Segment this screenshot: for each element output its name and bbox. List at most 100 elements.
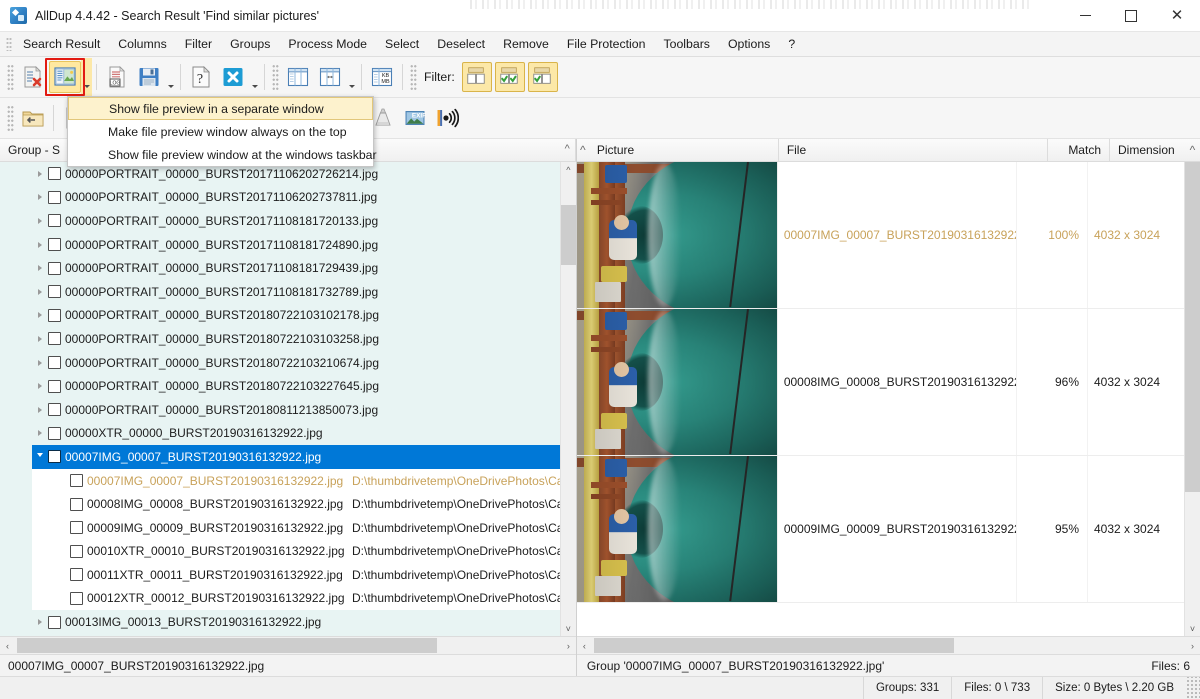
row-checkbox[interactable]: [70, 498, 83, 511]
menu-select[interactable]: Select: [376, 34, 428, 54]
preview-row[interactable]: 00008IMG_00008_BURST20190316132922.jpg96…: [577, 309, 1184, 456]
tree-child-row[interactable]: 00009IMG_00009_BURST20190316132922.jpgD:…: [32, 516, 560, 540]
menu-toolbars[interactable]: Toolbars: [654, 34, 718, 54]
row-checkbox[interactable]: [48, 356, 61, 369]
file-preview-dropdown-menu[interactable]: Show file preview in a separate windowMa…: [67, 96, 374, 167]
size-units-button[interactable]: KB MB: [366, 61, 398, 93]
preview-header-match[interactable]: Match: [1048, 139, 1110, 161]
preview-scroll-down-icon[interactable]: ˅: [1185, 621, 1200, 636]
file-preview-button[interactable]: [49, 61, 81, 93]
close-button[interactable]: ✕: [1154, 0, 1200, 31]
row-checkbox[interactable]: [48, 403, 61, 416]
preview-row[interactable]: 00009IMG_00009_BURST20190316132922.jpg95…: [577, 456, 1184, 603]
chevron-up-icon[interactable]: ^: [565, 143, 570, 155]
save-dropdown-arrow[interactable]: [165, 58, 176, 97]
close-result-dropdown-arrow[interactable]: [249, 58, 260, 97]
preview-sort-chevron-icon[interactable]: ^: [577, 139, 589, 161]
tree-group-row[interactable]: 00000PORTRAIT_00000_BURST201711081817294…: [32, 256, 560, 280]
tree-scroll-track[interactable]: [561, 177, 576, 621]
tree-group-row[interactable]: 00000PORTRAIT_00000_BURST201807221031032…: [32, 327, 560, 351]
tree-scroll-thumb[interactable]: [561, 205, 576, 265]
expand-arrow-icon[interactable]: [32, 312, 48, 318]
expand-arrow-icon[interactable]: [32, 430, 48, 436]
filter-all-button[interactable]: [495, 62, 525, 92]
row-checkbox[interactable]: [48, 167, 61, 180]
expand-arrow-icon[interactable]: [32, 383, 48, 389]
row-checkbox[interactable]: [48, 380, 61, 393]
minimize-button[interactable]: [1062, 0, 1108, 31]
tree-group-row[interactable]: 00013IMG_00013_BURST20190316132922.jpg: [32, 610, 560, 634]
scroll-right-icon[interactable]: ›: [561, 641, 576, 651]
tree-group-row[interactable]: 00000PORTRAIT_00000_BURST201711081817248…: [32, 233, 560, 257]
row-checkbox[interactable]: [70, 592, 83, 605]
dropdown-item-0[interactable]: Show file preview in a separate window: [68, 97, 373, 120]
expand-arrow-icon[interactable]: [32, 407, 48, 413]
expand-arrow-icon[interactable]: [32, 619, 48, 625]
expand-arrow-icon[interactable]: [32, 242, 48, 248]
toolbar-grip-3[interactable]: [410, 64, 417, 90]
expand-arrow-icon[interactable]: [32, 453, 48, 460]
expand-arrow-icon[interactable]: [32, 336, 48, 342]
tree-group-row[interactable]: 00000PORTRAIT_00000_BURST201711062027378…: [32, 186, 560, 210]
expand-arrow-icon[interactable]: [32, 218, 48, 224]
expand-arrow-icon[interactable]: [32, 360, 48, 366]
row-checkbox[interactable]: [48, 238, 61, 251]
preview-header-dimension[interactable]: Dimension: [1110, 139, 1185, 161]
columns-dropdown-arrow[interactable]: [346, 58, 357, 97]
tree-group-row[interactable]: 00000PORTRAIT_00000_BURST201711081817327…: [32, 280, 560, 304]
menu-process-mode[interactable]: Process Mode: [279, 34, 376, 54]
row-checkbox[interactable]: [48, 450, 61, 463]
expand-arrow-icon[interactable]: [32, 289, 48, 295]
file-preview-dropdown-arrow[interactable]: [81, 58, 92, 97]
row-checkbox[interactable]: [48, 191, 61, 204]
tree-horizontal-scrollbar[interactable]: ‹ ›: [0, 636, 576, 654]
row-checkbox[interactable]: [48, 262, 61, 275]
tree-vertical-scrollbar[interactable]: ^ ˅: [560, 162, 576, 636]
menu-search-result[interactable]: Search Result: [14, 34, 109, 54]
row-checkbox[interactable]: [48, 427, 61, 440]
preview-vertical-scrollbar[interactable]: ˅: [1184, 162, 1200, 636]
columns-button[interactable]: [282, 61, 314, 93]
preview-scroll-thumb[interactable]: [1185, 162, 1200, 492]
toolbar2-grip[interactable]: [7, 105, 14, 131]
maximize-button[interactable]: [1108, 0, 1154, 31]
delete-list-button[interactable]: [17, 61, 49, 93]
preview-rows[interactable]: 00007IMG_00007_BURST20190316132922.jpg10…: [577, 162, 1184, 636]
expand-arrow-icon[interactable]: [32, 265, 48, 271]
tree-group-row[interactable]: 00000PORTRAIT_00000_BURST201807221032276…: [32, 374, 560, 398]
menu-options[interactable]: Options: [719, 34, 779, 54]
preview-hscroll-track[interactable]: [592, 637, 1185, 654]
preview-scroll-right-icon[interactable]: ›: [1185, 641, 1200, 651]
tree-group-row[interactable]: 00000PORTRAIT_00000_BURST201808112138500…: [32, 398, 560, 422]
menu-remove[interactable]: Remove: [494, 34, 558, 54]
preview-hscroll-thumb[interactable]: [594, 638, 954, 653]
row-checkbox[interactable]: [48, 285, 61, 298]
toolbar-grip[interactable]: [7, 64, 14, 90]
row-checkbox[interactable]: [48, 214, 61, 227]
scroll-left-icon[interactable]: ‹: [0, 641, 15, 651]
row-checkbox[interactable]: [48, 332, 61, 345]
preview-scroll-up-icon[interactable]: ^: [1185, 139, 1200, 161]
menu-columns[interactable]: Columns: [109, 34, 176, 54]
row-checkbox[interactable]: [70, 545, 83, 558]
picture-thumbnail[interactable]: [577, 309, 777, 455]
audio-player-button[interactable]: [431, 102, 463, 134]
tree-child-row[interactable]: 00012XTR_00012_BURST20190316132922.jpgD:…: [32, 587, 560, 611]
dropdown-item-2[interactable]: Show file preview window at the windows …: [68, 143, 373, 166]
expand-arrow-icon[interactable]: [32, 194, 48, 200]
results-tree[interactable]: 00000PORTRAIT_00000_BURST201711062027262…: [32, 162, 560, 636]
tree-hscroll-thumb[interactable]: [17, 638, 437, 653]
menu-help[interactable]: ?: [779, 34, 804, 54]
menu-groups[interactable]: Groups: [221, 34, 279, 54]
filter-partial-button[interactable]: [528, 62, 558, 92]
menu-deselect[interactable]: Deselect: [428, 34, 494, 54]
picture-thumbnail[interactable]: [577, 162, 777, 308]
tree-group-row[interactable]: 00000PORTRAIT_00000_BURST201807221032106…: [32, 351, 560, 375]
tree-child-row[interactable]: 00011XTR_00011_BURST20190316132922.jpgD:…: [32, 563, 560, 587]
close-result-button[interactable]: [217, 61, 249, 93]
help-button[interactable]: ?: [185, 61, 217, 93]
tree-child-row[interactable]: 00008IMG_00008_BURST20190316132922.jpgD:…: [32, 492, 560, 516]
preview-scroll-track[interactable]: [1185, 162, 1200, 621]
save-button[interactable]: [133, 61, 165, 93]
columns-autofit-button[interactable]: [314, 61, 346, 93]
